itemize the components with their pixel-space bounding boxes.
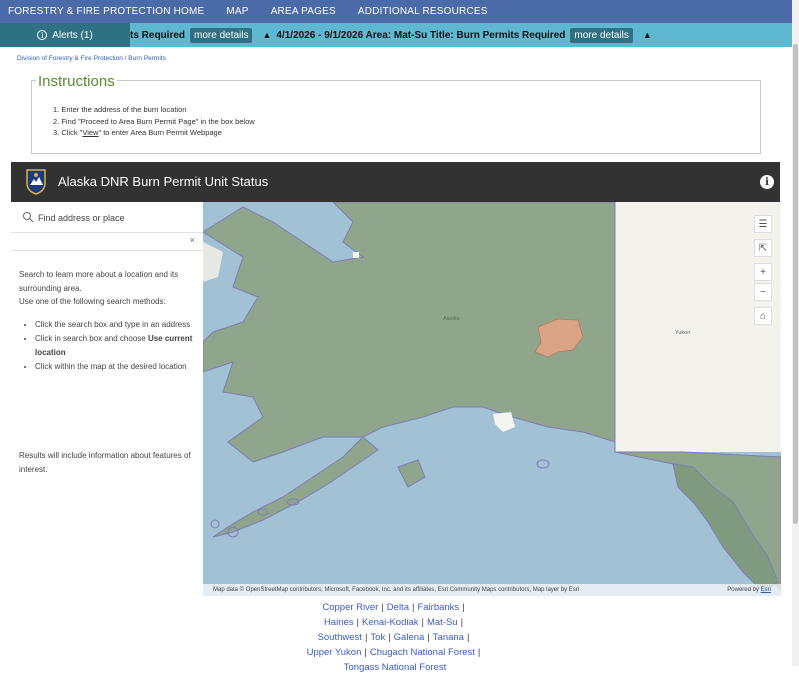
area-links-row-1: Copper River | Delta | Fairbanks |	[290, 600, 500, 615]
more-details-button-2[interactable]: more details	[570, 27, 633, 43]
instruction-step-2: 2. Find "Proceed to Area Burn Permit Pag…	[53, 116, 255, 126]
link-copper-river[interactable]: Copper River	[322, 602, 378, 613]
separator: |	[427, 632, 430, 643]
search-method-1: Click the search box and type in an addr…	[35, 318, 199, 332]
link-fairbanks[interactable]: Fairbanks	[417, 602, 459, 613]
link-southwest[interactable]: Southwest	[318, 632, 362, 643]
instruction-step-3: 3. Click "View" to enter Area Burn Permi…	[53, 127, 255, 139]
link-mat-su[interactable]: Mat-Su	[427, 617, 458, 628]
map-label-yukon: Yukon	[675, 330, 691, 336]
search-help-text: Search to learn more about a location an…	[19, 268, 199, 375]
area-links-row-4: Upper Yukon | Chugach National Forest |	[290, 645, 500, 660]
method2-prefix: Click in search box and choose	[35, 334, 148, 343]
separator: |	[364, 632, 368, 643]
step3-prefix: 3. Click "	[53, 128, 83, 137]
link-haines[interactable]: Haines	[324, 617, 354, 628]
map-canvas	[203, 202, 781, 593]
separator: |	[477, 647, 481, 658]
area-links-row-3: Southwest | Tok | Galena | Tanana |	[290, 630, 500, 645]
search-icon	[23, 212, 34, 223]
separator: |	[460, 617, 464, 628]
search-intro: Search to learn more about a location an…	[19, 270, 179, 293]
instructions-box: Instructions 1. Enter the address of the…	[31, 73, 761, 154]
nav-area-pages[interactable]: AREA PAGES	[271, 6, 336, 17]
attribution-text: Map data © OpenStreetMap contributors, M…	[213, 587, 580, 593]
separator: |	[411, 602, 415, 613]
esri-link[interactable]: Esri	[761, 587, 771, 593]
search-methods-label: Use one of the following search methods:	[19, 297, 166, 306]
up-arrow-icon: ▲	[262, 30, 272, 40]
ticker-prefix: ts Required	[130, 29, 186, 41]
step3-suffix: " to enter Area Burn Permit Webpage	[98, 128, 222, 137]
link-tanana[interactable]: Tanana	[433, 632, 464, 643]
nav-map[interactable]: MAP	[226, 6, 248, 17]
link-kenai-kodiak[interactable]: Kenai-Kodiak	[362, 617, 419, 628]
search-box	[11, 202, 203, 233]
separator: |	[356, 617, 359, 628]
step3-view-link: View	[82, 128, 99, 137]
breadcrumb-current[interactable]: Burn Permits	[128, 55, 166, 62]
separator: |	[388, 632, 391, 643]
instructions-list: 1. Enter the address of the burn locatio…	[53, 104, 255, 139]
search-methods-list: Click the search box and type in an addr…	[35, 318, 199, 374]
separator: |	[381, 602, 384, 613]
map-view[interactable]: Alaska Yukon ☰ ⇱ + − ⌂ Map data © OpenSt…	[203, 202, 781, 596]
link-galena[interactable]: Galena	[394, 632, 425, 643]
separator: |	[364, 647, 367, 658]
nav-additional-resources[interactable]: ADDITIONAL RESOURCES	[358, 6, 488, 17]
alert-bar: i Alerts (1) ts Required more details ▲ …	[0, 23, 799, 47]
search-panel: × Search to learn more about a location …	[11, 202, 203, 596]
search-results-strip	[11, 233, 203, 251]
zoom-in-button[interactable]: +	[754, 263, 772, 281]
export-icon[interactable]: ⇱	[754, 239, 772, 257]
powered-by: Powered by Esri	[727, 587, 771, 593]
area-links-row-2: Haines | Kenai-Kodiak | Mat-Su |	[290, 615, 500, 630]
area-links-row-5: Tongass National Forest	[290, 660, 500, 675]
top-navigation: FORESTRY & FIRE PROTECTION HOME MAP AREA…	[0, 0, 799, 23]
breadcrumb: Division of Forestry & Fire Protection /…	[17, 55, 166, 62]
more-details-button[interactable]: more details	[190, 27, 253, 43]
search-method-3: Click within the map at the desired loca…	[35, 360, 199, 374]
map-label-alaska: Alaska	[443, 316, 460, 322]
alerts-button-label: Alerts (1)	[52, 29, 93, 41]
search-method-2: Click in search box and choose Use curre…	[35, 332, 199, 359]
app-header: Alaska DNR Burn Permit Unit Status i	[11, 162, 780, 202]
scrollbar-thumb[interactable]	[793, 44, 798, 524]
breadcrumb-home[interactable]: Division of Forestry & Fire Protection	[17, 55, 123, 62]
results-info-text: Results will include information about f…	[19, 451, 191, 474]
clear-search-icon[interactable]: ×	[190, 235, 195, 245]
dnr-logo-icon	[26, 169, 46, 195]
search-input[interactable]	[38, 208, 188, 228]
area-links: Copper River | Delta | Fairbanks | Haines | Ken…	[290, 600, 500, 675]
app-info-icon[interactable]: i	[760, 175, 774, 189]
instructions-title: Instructions	[36, 73, 117, 90]
alerts-button[interactable]: i Alerts (1)	[0, 23, 130, 47]
link-tongass[interactable]: Tongass National Forest	[344, 662, 446, 673]
separator: |	[421, 617, 424, 628]
nav-forestry-home[interactable]: FORESTRY & FIRE PROTECTION HOME	[8, 6, 204, 17]
zoom-out-button[interactable]: −	[754, 283, 772, 301]
separator: |	[466, 632, 470, 643]
app-title: Alaska DNR Burn Permit Unit Status	[58, 174, 269, 189]
link-delta[interactable]: Delta	[387, 602, 409, 613]
link-tok[interactable]: Tok	[370, 632, 385, 643]
legend-icon[interactable]: ☰	[754, 215, 772, 233]
link-chugach[interactable]: Chugach National Forest	[370, 647, 475, 658]
ticker-main-text: 4/1/2026 - 9/1/2026 Area: Mat-Su Title: …	[276, 29, 566, 41]
powered-prefix: Powered by	[727, 587, 761, 593]
alert-ticker: ts Required more details ▲ 4/1/2026 - 9/…	[130, 23, 657, 47]
map-attribution: Map data © OpenStreetMap contributors, M…	[203, 584, 781, 596]
up-arrow-icon-2: ▲	[642, 30, 652, 40]
instruction-step-1: 1. Enter the address of the burn locatio…	[53, 105, 187, 114]
info-icon: i	[37, 30, 48, 40]
home-icon[interactable]: ⌂	[754, 307, 772, 325]
separator: |	[462, 602, 465, 613]
breadcrumb-separator: /	[124, 55, 127, 62]
link-upper-yukon[interactable]: Upper Yukon	[307, 647, 362, 658]
